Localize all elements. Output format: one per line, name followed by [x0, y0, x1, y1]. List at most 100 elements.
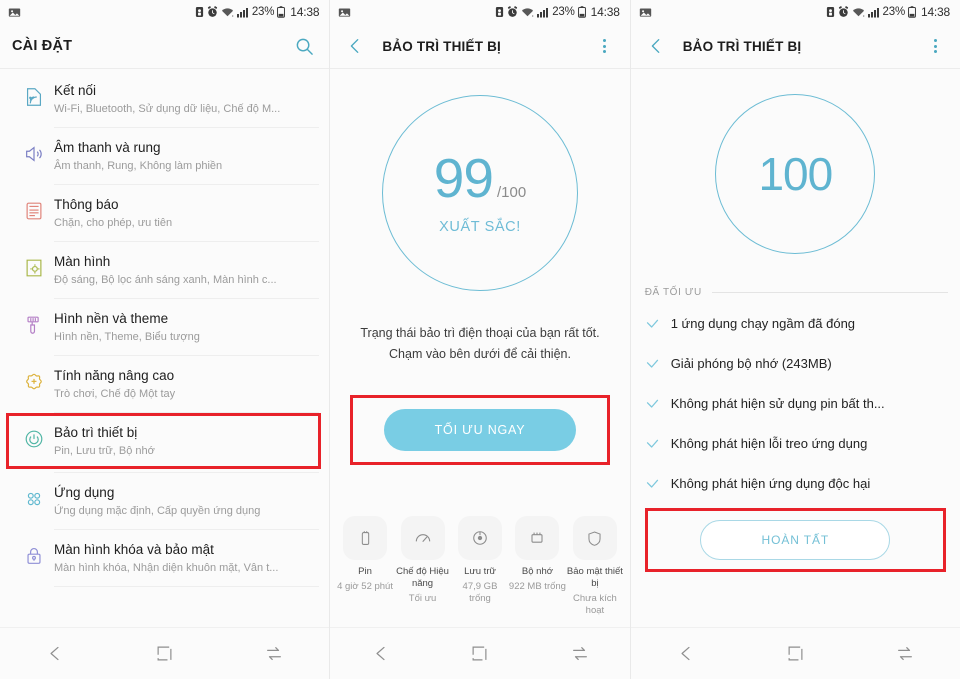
performance-tile-icon	[400, 516, 445, 560]
back-arrow-icon[interactable]	[342, 33, 368, 59]
back-nav-icon[interactable]	[664, 639, 708, 669]
optimize-now-button[interactable]: TỐI ƯU NGAY	[384, 409, 576, 451]
clock-label: 14:38	[290, 5, 320, 19]
battery-percent-label: 23%	[552, 6, 575, 18]
back-nav-icon[interactable]	[33, 639, 77, 669]
settings-item-title: Kết nối	[54, 83, 97, 98]
score-value: 99	[433, 147, 494, 209]
settings-item-wallpaper[interactable]: Hình nền và theme Hình nền, Theme, Biểu …	[0, 299, 329, 355]
nav-bar-3	[630, 627, 960, 679]
status-bar-1: 23% 14:38	[0, 0, 330, 24]
settings-app-bar: CÀI ĐẶT	[0, 24, 330, 68]
settings-item-title: Tính năng nâng cao	[54, 368, 175, 383]
tile-label: Chế độ Hiệu năng	[396, 566, 449, 589]
settings-item-device-maintenance[interactable]: Bảo trì thiết bị Pin, Lưu trữ, Bộ nhớ	[0, 413, 329, 469]
settings-item-title: Màn hình	[54, 254, 111, 269]
section-rule	[711, 292, 948, 293]
tile-performance[interactable]: Chế độ Hiệu năng Tối ưu	[394, 516, 451, 617]
tile-value: 4 giờ 52 phút	[337, 581, 393, 592]
optimized-section-header: ĐÃ TỐI ƯU	[645, 287, 948, 298]
result-app-bar: BẢO TRÌ THIẾT BỊ	[630, 24, 960, 68]
battery-icon	[908, 6, 916, 18]
settings-item-subtitle: Trò chơi, Chế độ Một tay	[54, 388, 176, 400]
clock-label: 14:38	[590, 5, 620, 19]
panel-optimized-result: 23% 14:38 BẢO TRÌ THIẾT BỊ 100 ĐÃ TỐI ƯU…	[630, 0, 960, 679]
settings-item-title: Âm thanh và rung	[54, 140, 161, 155]
settings-item-lockscreen-security[interactable]: Màn hình khóa và bảo mật Màn hình khóa, …	[0, 530, 329, 586]
settings-item-sounds[interactable]: Âm thanh và rung Âm thanh, Rung, Không l…	[0, 128, 329, 184]
check-icon	[645, 317, 671, 332]
tile-label: Lưu trữ	[464, 566, 496, 577]
wallpaper-icon	[14, 308, 54, 336]
panel-settings: 23% 14:38 CÀI ĐẶT Kết nối Wi-Fi, Bluetoo…	[0, 0, 330, 679]
battery-percent-label: 23%	[882, 6, 906, 18]
score-value: 100	[758, 148, 833, 200]
score-gauge: 100	[631, 69, 960, 279]
wifi-icon	[521, 7, 534, 18]
more-options-icon[interactable]	[592, 33, 618, 59]
settings-item-notifications[interactable]: Thông báo Chặn, cho phép, ưu tiên	[0, 185, 329, 241]
signal-icon	[537, 7, 549, 18]
settings-item-title: Bảo trì thiết bị	[54, 425, 138, 440]
status-bar-2: 23% 14:38	[330, 0, 630, 24]
done-button[interactable]: HOÀN TẤT	[700, 520, 891, 560]
settings-item-advanced-features[interactable]: Tính năng nâng cao Trò chơi, Chế độ Một …	[0, 356, 329, 412]
check-icon	[645, 397, 671, 412]
recents-nav-icon[interactable]	[252, 639, 296, 669]
check-icon	[645, 477, 671, 492]
optimize-button-area: TỐI ƯU NGAY	[350, 395, 610, 465]
image-icon	[338, 6, 351, 19]
wifi-icon	[852, 7, 865, 18]
optimized-item-label: Không phát hiện ứng dụng độc hại	[670, 476, 871, 491]
storage-tile-icon	[457, 516, 502, 560]
optimized-item: Giải phóng bộ nhớ (243MB)	[631, 344, 960, 384]
settings-item-title: Thông báo	[54, 197, 119, 212]
description-line-2: Chạm vào bên dưới để cải thiện.	[389, 347, 571, 361]
settings-item-title: Hình nền và theme	[54, 311, 169, 326]
more-options-icon[interactable]	[922, 33, 948, 59]
recents-nav-icon[interactable]	[883, 639, 927, 669]
home-nav-icon[interactable]	[458, 639, 502, 669]
tile-security[interactable]: Bảo mật thiết bị Chưa kích hoạt	[566, 516, 623, 617]
tile-battery[interactable]: Pin 4 giờ 52 phút	[336, 516, 393, 617]
settings-item-subtitle: Wi-Fi, Bluetooth, Sử dụng dữ liệu, Chế đ…	[54, 103, 281, 115]
tile-label: Pin	[358, 566, 372, 577]
settings-item-display[interactable]: Màn hình Độ sáng, Bộ lọc ánh sáng xanh, …	[0, 242, 329, 298]
tile-value: Chưa kích hoạt	[572, 593, 617, 616]
search-icon[interactable]	[291, 33, 317, 59]
alarm-icon	[838, 6, 849, 18]
battery-percent-label: 23%	[251, 6, 275, 18]
settings-item-subtitle: Hình nền, Theme, Biểu tượng	[54, 331, 200, 343]
page-title: BẢO TRÌ THIẾT BỊ	[382, 38, 502, 54]
tile-memory[interactable]: Bộ nhớ 922 MB trống	[509, 516, 566, 617]
score-status-label: XUẤT SẮC!	[439, 219, 521, 235]
score-circle: 100	[715, 94, 876, 254]
signal-icon	[236, 7, 249, 18]
settings-item-subtitle: Độ sáng, Bộ lọc ánh sáng xanh, Màn hình …	[54, 274, 277, 286]
optimized-item: Không phát hiện sử dụng pin bất th...	[631, 384, 960, 424]
battery-tile-icon	[343, 516, 388, 560]
home-nav-icon[interactable]	[143, 639, 187, 669]
tile-storage[interactable]: Lưu trữ 47,9 GB trống	[451, 516, 508, 617]
tile-value: Tối ưu	[408, 593, 437, 604]
nav-bar-2	[330, 627, 630, 679]
maintenance-tiles: Pin 4 giờ 52 phút Chế độ Hiệu năng Tối ư…	[330, 516, 629, 617]
settings-item-subtitle: Ứng dụng mặc định, Cấp quyền ứng dụng	[54, 505, 261, 517]
result-body: 100 ĐÃ TỐI ƯU 1 ứng dụng chạy ngầm đã đó…	[631, 69, 960, 621]
done-button-area: HOÀN TẤT	[644, 508, 946, 572]
page-title: BẢO TRÌ THIẾT BỊ	[682, 38, 802, 54]
settings-item-apps[interactable]: Ứng dụng Ứng dụng mặc định, Cấp quyền ứn…	[0, 473, 329, 529]
description-line-1: Trạng thái bảo trì điện thoại của bạn rấ…	[360, 326, 600, 340]
back-arrow-icon[interactable]	[643, 33, 669, 59]
home-nav-icon[interactable]	[773, 639, 817, 669]
score-gauge: 99 /100 XUẤT SẮC!	[330, 69, 629, 317]
settings-item-subtitle: Màn hình khóa, Nhận diện khuôn mặt, Vân …	[54, 562, 279, 574]
tile-value: 922 MB trống	[508, 581, 566, 592]
recents-nav-icon[interactable]	[558, 639, 602, 669]
back-nav-icon[interactable]	[358, 639, 402, 669]
nav-bar-1	[0, 627, 330, 679]
sim-icon	[195, 6, 204, 18]
tile-label: Bảo mật thiết bị	[566, 566, 623, 589]
optimized-item-label: Không phát hiện sử dụng pin bất th...	[670, 396, 885, 411]
settings-item-connections[interactable]: Kết nối Wi-Fi, Bluetooth, Sử dụng dữ liệ…	[0, 71, 329, 127]
